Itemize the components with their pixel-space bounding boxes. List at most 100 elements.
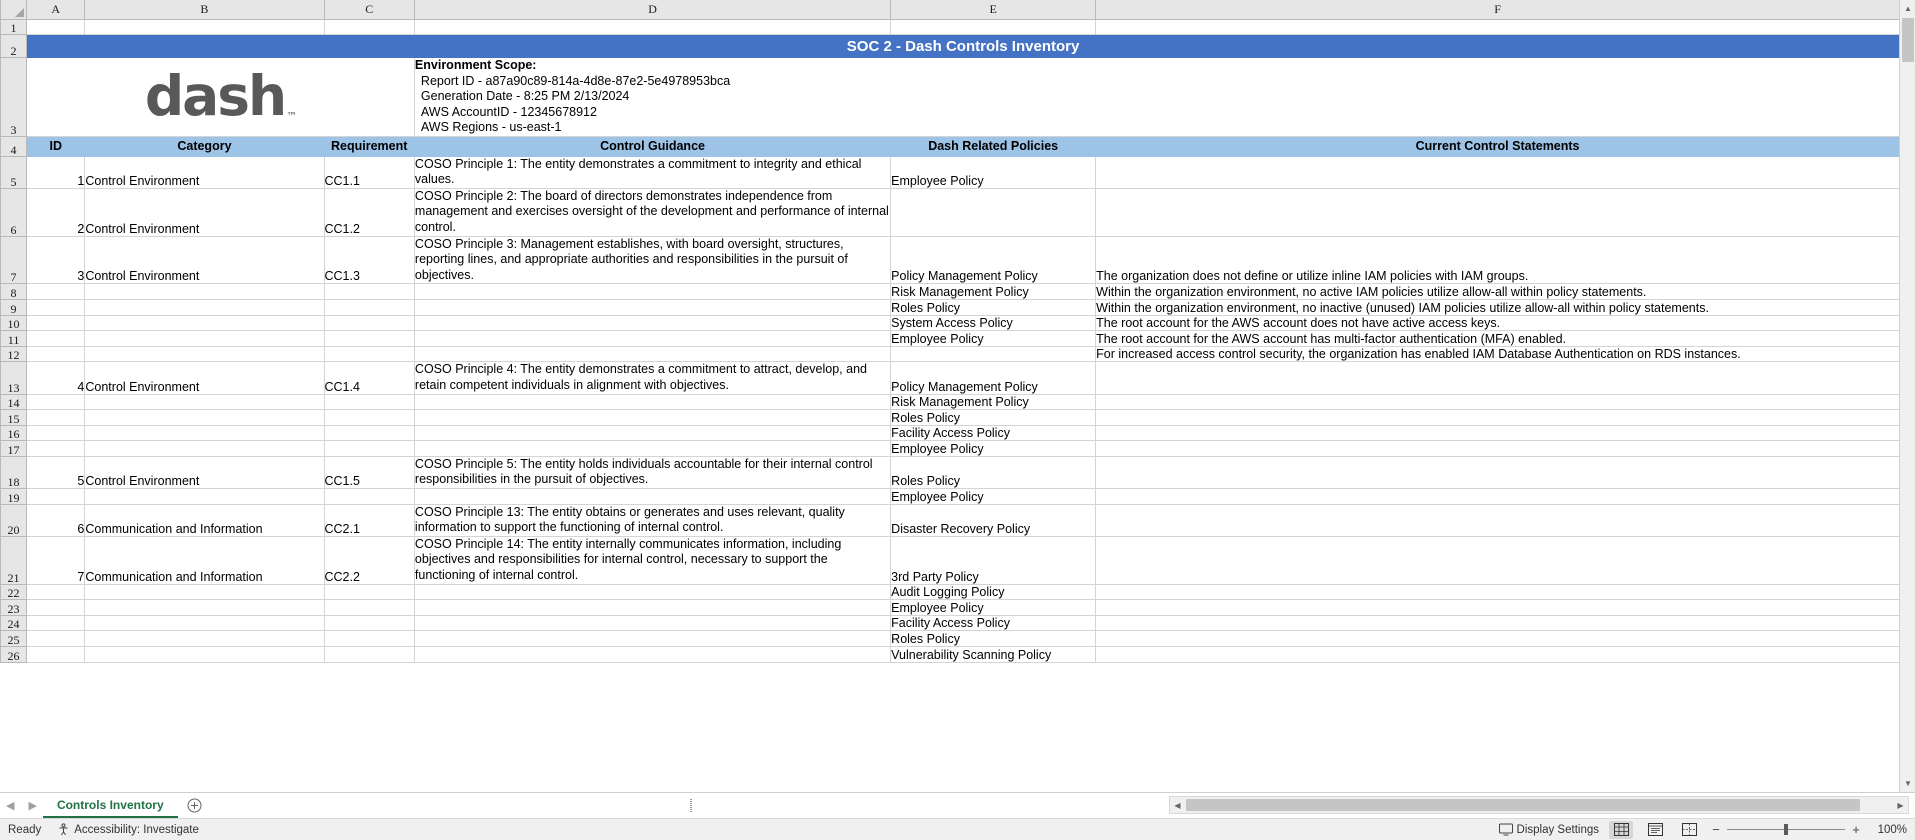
cell-f9-link[interactable]: Within the organization environment, no … bbox=[1096, 301, 1899, 315]
cell-d14[interactable] bbox=[414, 394, 890, 410]
cell-d24[interactable] bbox=[414, 615, 890, 631]
zoom-level[interactable]: 100% bbox=[1871, 824, 1907, 836]
zoom-out-button[interactable]: − bbox=[1711, 822, 1721, 837]
table-header-requirement[interactable]: Requirement bbox=[324, 136, 414, 156]
scroll-left-icon[interactable]: ◀ bbox=[1170, 801, 1185, 810]
row-header-13[interactable]: 13 bbox=[1, 362, 27, 394]
tab-resize-grip[interactable] bbox=[690, 799, 692, 812]
cell-e22-link[interactable]: Audit Logging Policy bbox=[891, 585, 1095, 599]
cell-e18[interactable]: Roles Policy bbox=[891, 456, 1096, 488]
cell-d19[interactable] bbox=[414, 489, 890, 505]
cell-d9[interactable] bbox=[414, 299, 890, 315]
column-header-d[interactable]: D bbox=[414, 0, 890, 19]
cell-d20[interactable]: COSO Principle 13: The entity obtains or… bbox=[414, 504, 890, 536]
cell-f18[interactable] bbox=[1096, 456, 1900, 488]
cell-e14-link[interactable]: Risk Management Policy bbox=[891, 395, 1095, 409]
table-header-control-guidance[interactable]: Control Guidance bbox=[414, 136, 890, 156]
environment-scope-cell[interactable]: Environment Scope: Report ID - a87a90c89… bbox=[414, 58, 1899, 137]
cell-e8[interactable]: Risk Management Policy bbox=[891, 284, 1096, 300]
cell-f24[interactable] bbox=[1096, 615, 1900, 631]
cell-b20[interactable]: Communication and Information bbox=[85, 504, 324, 536]
cell-c7[interactable]: CC1.3 bbox=[324, 236, 414, 284]
cell-e19-link[interactable]: Employee Policy bbox=[891, 490, 1095, 504]
column-header-b[interactable]: B bbox=[85, 0, 324, 19]
cell-a1[interactable] bbox=[27, 19, 85, 35]
cell-f12[interactable]: For increased access control security, t… bbox=[1096, 346, 1900, 362]
cell-a15[interactable] bbox=[27, 410, 85, 426]
cell-e6[interactable] bbox=[891, 188, 1096, 236]
cell-f7[interactable]: The organization does not define or util… bbox=[1096, 236, 1900, 284]
cell-f12-link[interactable]: For increased access control security, t… bbox=[1096, 347, 1899, 361]
column-header-e[interactable]: E bbox=[891, 0, 1096, 19]
cell-b8[interactable] bbox=[85, 284, 324, 300]
cell-e24-link[interactable]: Facility Access Policy bbox=[891, 616, 1095, 630]
cell-b17[interactable] bbox=[85, 441, 324, 457]
cell-a20[interactable]: 6 bbox=[27, 504, 85, 536]
row-header-22[interactable]: 22 bbox=[1, 584, 27, 600]
cell-a16[interactable] bbox=[27, 425, 85, 441]
row-header-10[interactable]: 10 bbox=[1, 315, 27, 331]
spreadsheet-grid[interactable]: A B C D E F 1 2 SOC 2 - Dash Controls bbox=[0, 0, 1915, 792]
cell-d18[interactable]: COSO Principle 5: The entity holds indiv… bbox=[414, 456, 890, 488]
cell-f8-link[interactable]: Within the organization environment, no … bbox=[1096, 285, 1899, 299]
cell-b26[interactable] bbox=[85, 647, 324, 663]
row-header-23[interactable]: 23 bbox=[1, 600, 27, 616]
zoom-handle[interactable] bbox=[1784, 824, 1788, 835]
cell-f8[interactable]: Within the organization environment, no … bbox=[1096, 284, 1900, 300]
row-header-20[interactable]: 20 bbox=[1, 504, 27, 536]
cell-c13[interactable]: CC1.4 bbox=[324, 362, 414, 394]
cell-a24[interactable] bbox=[27, 615, 85, 631]
cell-f15[interactable] bbox=[1096, 410, 1900, 426]
cell-b12[interactable] bbox=[85, 346, 324, 362]
row-header-5[interactable]: 5 bbox=[1, 156, 27, 188]
cell-e7-link[interactable]: Policy Management Policy bbox=[891, 269, 1095, 283]
cell-e10[interactable]: System Access Policy bbox=[891, 315, 1096, 331]
cell-c11[interactable] bbox=[324, 331, 414, 347]
cell-d11[interactable] bbox=[414, 331, 890, 347]
cell-d1[interactable] bbox=[414, 19, 890, 35]
cell-f17[interactable] bbox=[1096, 441, 1900, 457]
page-break-preview-button[interactable] bbox=[1677, 821, 1701, 839]
cell-e1[interactable] bbox=[891, 19, 1096, 35]
page-title[interactable]: SOC 2 - Dash Controls Inventory bbox=[27, 35, 1900, 58]
cell-e25-link[interactable]: Roles Policy bbox=[891, 632, 1095, 646]
row-header-18[interactable]: 18 bbox=[1, 456, 27, 488]
cell-f19[interactable] bbox=[1096, 489, 1900, 505]
row-header-7[interactable]: 7 bbox=[1, 236, 27, 284]
cell-f13[interactable] bbox=[1096, 362, 1900, 394]
cell-c20[interactable]: CC2.1 bbox=[324, 504, 414, 536]
cell-d6[interactable]: COSO Principle 2: The board of directors… bbox=[414, 188, 890, 236]
cell-e8-link[interactable]: Risk Management Policy bbox=[891, 285, 1095, 299]
cell-b6[interactable]: Control Environment bbox=[85, 188, 324, 236]
cell-e26-link[interactable]: Vulnerability Scanning Policy bbox=[891, 648, 1095, 662]
cell-b22[interactable] bbox=[85, 584, 324, 600]
cell-e9-link[interactable]: Roles Policy bbox=[891, 301, 1095, 315]
cell-f26[interactable] bbox=[1096, 647, 1900, 663]
cell-c5[interactable]: CC1.1 bbox=[324, 156, 414, 188]
row-header-2[interactable]: 2 bbox=[1, 35, 27, 58]
normal-view-button[interactable] bbox=[1609, 821, 1633, 839]
cell-a13[interactable]: 4 bbox=[27, 362, 85, 394]
cell-d16[interactable] bbox=[414, 425, 890, 441]
cell-b18[interactable]: Control Environment bbox=[85, 456, 324, 488]
row-header-21[interactable]: 21 bbox=[1, 536, 27, 584]
cell-f7-link[interactable]: The organization does not define or util… bbox=[1096, 269, 1899, 283]
cell-f6[interactable] bbox=[1096, 188, 1900, 236]
cell-d15[interactable] bbox=[414, 410, 890, 426]
cell-d8[interactable] bbox=[414, 284, 890, 300]
row-header-19[interactable]: 19 bbox=[1, 489, 27, 505]
cell-a5[interactable]: 1 bbox=[27, 156, 85, 188]
cell-b24[interactable] bbox=[85, 615, 324, 631]
cell-e13[interactable]: Policy Management Policy bbox=[891, 362, 1096, 394]
row-header-8[interactable]: 8 bbox=[1, 284, 27, 300]
row-header-25[interactable]: 25 bbox=[1, 631, 27, 647]
cell-c16[interactable] bbox=[324, 425, 414, 441]
cell-e5-link[interactable]: Employee Policy bbox=[891, 174, 1095, 188]
cell-d7[interactable]: COSO Principle 3: Management establishes… bbox=[414, 236, 890, 284]
table-header-category[interactable]: Category bbox=[85, 136, 324, 156]
column-header-a[interactable]: A bbox=[27, 0, 85, 19]
cell-c23[interactable] bbox=[324, 600, 414, 616]
cell-e13-link[interactable]: Policy Management Policy bbox=[891, 380, 1095, 394]
cell-c18[interactable]: CC1.5 bbox=[324, 456, 414, 488]
status-accessibility[interactable]: Accessibility: Investigate bbox=[57, 823, 199, 836]
